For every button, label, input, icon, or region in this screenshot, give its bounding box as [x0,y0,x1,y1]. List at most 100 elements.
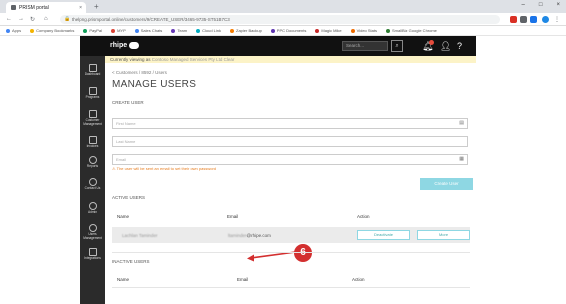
reload-icon[interactable]: ↻ [30,16,35,23]
url-bar[interactable]: 🔒 thelpng.prismportal.online/customers/9… [60,15,500,24]
integrations-icon [88,248,97,256]
admin-icon [88,202,97,210]
viewing-as-banner: Currently viewing as Contoso Managed Ser… [105,56,476,63]
maximize-button[interactable]: □ [539,2,543,8]
bookmark-item[interactable]: Team [171,28,187,33]
bookmark-icon [350,28,355,33]
last-name-field[interactable]: Last Name [112,136,468,147]
sidebar: Dashboard Programs Customer Management I… [80,56,105,304]
dashboard-icon [88,64,97,72]
clear-link[interactable]: Clear [224,57,235,62]
close-window-button[interactable]: × [556,2,560,8]
bookmark-item[interactable]: PPC Documents [270,28,306,33]
search-icon[interactable]: ⌕ [391,40,403,52]
reports-icon [88,156,97,164]
tab-close-icon[interactable]: × [79,5,82,11]
favicon-icon [11,5,16,10]
table-row: Lachlan Taminder ltaminder@rhipe.com Dea… [112,227,470,243]
app-header: rhipe Search... ⌕ 🔔︎ 👤︎ ? [80,36,476,56]
column-header: Email [237,277,249,282]
lock-icon: 🔒 [64,16,71,22]
browser-tab[interactable]: PRISM portal × [6,2,86,13]
customer-icon [88,110,97,118]
bookmark-item[interactable]: MYP [111,28,126,33]
email-field[interactable]: Email ▦ [112,154,468,165]
bookmark-icon [134,28,139,33]
first-name-field[interactable]: First Name ▤ [112,118,468,129]
browser-tab-bar: PRISM portal × + – □ × [0,0,566,13]
bookmark-icon [315,28,320,33]
users-icon [88,224,97,232]
contact-card-icon: ▤ [459,120,464,126]
extension-icon[interactable] [530,16,537,23]
bookmark-item[interactable]: Apps [6,28,21,33]
extension-icon[interactable] [510,16,517,23]
page-title: MANAGE USERS [112,79,197,90]
bookmark-item[interactable]: Sales Chats [134,28,162,33]
notification-badge [429,40,434,45]
deactivate-button[interactable]: Deactivate [357,230,410,240]
column-header: Action [352,277,365,282]
sidebar-item-reports[interactable]: Reports [80,156,105,169]
sidebar-item-dashboard[interactable]: Dashboard [80,64,105,77]
forward-icon[interactable]: → [18,16,24,22]
home-icon[interactable]: ⌂ [44,16,48,22]
user-icon[interactable]: 👤︎ [440,40,451,52]
programs-icon [88,87,97,95]
keypad-icon: ▦ [459,156,464,162]
apps-icon [6,28,10,33]
sidebar-item-customer-management[interactable]: Customer Management [80,110,105,126]
create-user-button[interactable]: Create User [420,178,473,190]
bookmark-icon [196,28,201,33]
more-button[interactable]: More [417,230,470,240]
bookmark-item[interactable]: Cloud Link [196,28,221,33]
password-warning: ⚠ The user will be sent an email to set … [112,166,217,171]
sidebar-item-programs[interactable]: Programs [80,87,105,100]
bookmark-item[interactable]: Video Stats [350,28,377,33]
sidebar-item-contact-us[interactable]: Contact Us [80,178,105,191]
address-bar-row: ← → ↻ ⌂ 🔒 thelpng.prismportal.online/cus… [0,13,566,26]
column-header: Email [227,214,239,219]
column-header: Action [357,214,370,219]
create-user-label: CREATE USER [112,100,144,105]
sidebar-item-invoices[interactable]: Invoices [80,136,105,149]
bookmark-icon [111,28,116,33]
tab-title: PRISM portal [19,4,49,11]
bookmark-item[interactable]: PayPal [83,28,102,33]
back-icon[interactable]: ← [6,16,12,22]
bookmark-item[interactable]: SmallBiz Google Chrome [386,28,437,33]
sidebar-item-users-management[interactable]: Users Management [80,224,105,240]
sidebar-item-admin[interactable]: Admin [80,202,105,215]
divider [112,252,470,253]
bookmark-icon [386,28,390,33]
rhipe-logo[interactable]: rhipe [110,42,140,49]
window-controls: – □ × [522,2,560,8]
active-users-header: Name Email Action [112,212,470,222]
invoice-icon [88,136,97,144]
minimize-button[interactable]: – [522,2,525,8]
active-users-label: ACTIVE USERS [112,195,146,200]
main-content: Currently viewing as Contoso Managed Ser… [105,56,476,304]
bookmark-item[interactable]: Company Bookmarks [30,28,74,33]
inactive-users-header: Name Email Action [112,275,470,285]
url-text: thelpng.prismportal.online/customers/9/C… [72,17,230,22]
bookmark-item[interactable]: Zapier Backup [230,28,262,33]
user-name: Lachlan Taminder [122,233,158,238]
bookmark-icon [171,28,176,33]
annotation-step-badge: 6 [294,244,312,262]
bookmark-icon [230,28,234,33]
extension-icon[interactable] [520,16,527,23]
chrome-menu-icon[interactable]: ⋮ [554,16,560,23]
search-input[interactable]: Search... [342,41,388,51]
user-email: ltaminder@rhipe.com [228,233,271,238]
breadcrumb[interactable]: < Customers / 8592 / Users [112,70,167,75]
cloud-icon [129,42,140,49]
help-icon[interactable]: ? [457,40,462,52]
contact-icon [88,178,97,186]
bookmark-icon [30,28,35,33]
new-tab-button[interactable]: + [94,2,99,11]
sidebar-item-integrations[interactable]: Integrations [80,248,105,261]
bookmark-item[interactable]: Magic Mike [315,28,342,33]
inactive-users-label: INACTIVE USERS [112,259,150,264]
profile-avatar[interactable] [542,16,549,23]
